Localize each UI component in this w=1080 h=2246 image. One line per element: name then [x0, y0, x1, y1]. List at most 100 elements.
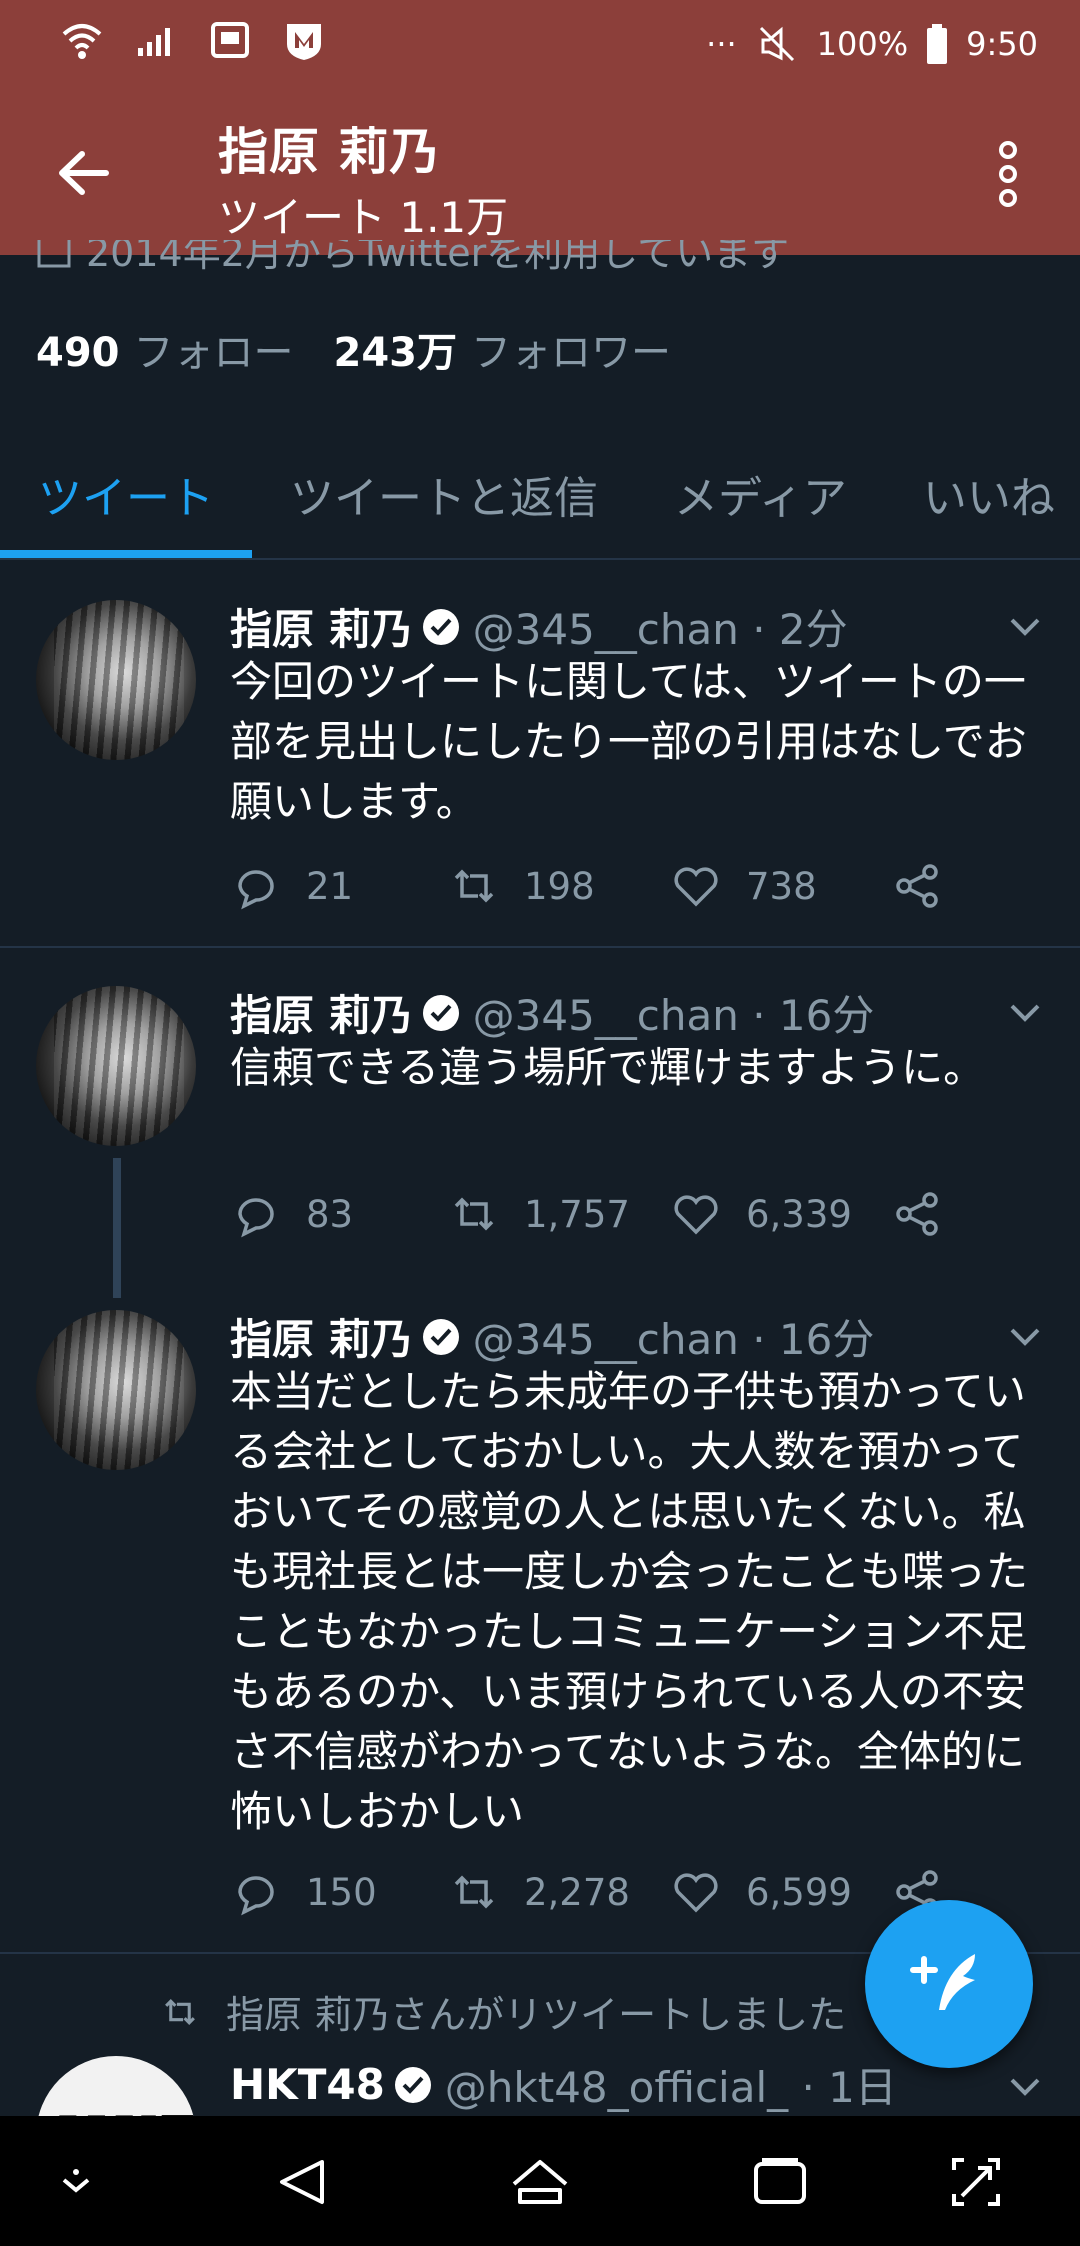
- signal-icon: [138, 28, 170, 56]
- reply-bubble-icon: [238, 870, 274, 910]
- battery-percent: 100%: [816, 25, 909, 63]
- retweet-icon: [454, 1197, 494, 1231]
- joined-text: 2014年2月からTwitterを利用しています: [86, 240, 790, 275]
- avatar[interactable]: [36, 1310, 196, 1470]
- profile-title: 指原 莉乃: [218, 123, 441, 181]
- tab-media[interactable]: メディア: [636, 430, 885, 558]
- reply-button[interactable]: 83: [230, 1188, 448, 1240]
- heart-icon: [674, 1873, 718, 1913]
- retweet-icon: [454, 869, 494, 903]
- tab-tweets[interactable]: ツイート: [0, 430, 252, 558]
- like-count: 6,599: [746, 1870, 852, 1914]
- tab-tweets-and-replies[interactable]: ツイートと返信: [252, 430, 636, 558]
- tweet-text: 本当だとしたら未成年の子供も預かっている会社としておかしい。大人数を預かっておい…: [230, 1367, 1029, 1836]
- author-name: 指原 莉乃: [230, 605, 413, 654]
- avatar[interactable]: HKT: [36, 2056, 196, 2116]
- tab-likes[interactable]: いいね: [885, 430, 1080, 558]
- mute-icon: [759, 26, 794, 62]
- arrow-left-icon[interactable]: [50, 138, 120, 208]
- followers-label: フォロワー: [471, 330, 671, 376]
- compose-tweet-button[interactable]: [865, 1900, 1033, 2068]
- home-icon[interactable]: [508, 2150, 572, 2214]
- reply-count: 83: [306, 1192, 354, 1236]
- avatar[interactable]: [36, 600, 196, 760]
- following-count: 490: [36, 330, 120, 376]
- hide-keyboard-icon[interactable]: [44, 2150, 108, 2214]
- tweet[interactable]: 指原 莉乃 @345__chan · 2分 今回のツイートに関しては、ツイートの…: [0, 560, 1080, 946]
- follow-stats: 490 フォロー 243万 フォロワー: [36, 320, 671, 378]
- author-name: 指原 莉乃: [230, 991, 413, 1040]
- retweet-icon: [454, 1875, 494, 1909]
- tweet[interactable]: 指原 莉乃 @345__chan · 16分 本当だとしたら未成年の子供も預かっ…: [0, 1290, 1080, 1952]
- tweet-header: 指原 莉乃 @345__chan · 2分: [230, 596, 848, 657]
- clock: 9:50: [966, 25, 1038, 63]
- retweet-note: 指原 莉乃さんがリツイートしました: [160, 1984, 846, 2039]
- tweet-actions: 150 2,278 6,599: [230, 1866, 968, 1918]
- author-name: 指原 莉乃: [230, 1315, 413, 1364]
- following-label: フォロー: [133, 330, 294, 376]
- retweet-button[interactable]: 2,278: [448, 1866, 670, 1918]
- like-button[interactable]: 738: [670, 860, 892, 912]
- wifi-icon: [62, 24, 102, 59]
- author-handle: @hkt48_official_ · 1日: [444, 2063, 897, 2112]
- reply-button[interactable]: 150: [230, 1866, 448, 1918]
- author-name: HKT48: [230, 2060, 385, 2109]
- retweet-note-text: 指原 莉乃さんがリツイートしました: [226, 1993, 847, 2037]
- status-bar: ··· 100% 9:50: [0, 0, 1080, 92]
- author-handle: @345__chan · 2分: [472, 605, 848, 654]
- share-button[interactable]: [892, 860, 968, 912]
- expand-screen-icon[interactable]: [944, 2150, 1008, 2214]
- reply-count: 150: [306, 1870, 377, 1914]
- author-handle: @345__chan · 16分: [472, 1315, 875, 1364]
- shield-m-icon: [287, 24, 321, 60]
- retweet-button[interactable]: 1,757: [448, 1188, 670, 1240]
- chevron-down-icon[interactable]: [1004, 1316, 1046, 1358]
- compose-feather-icon: [910, 1954, 975, 2010]
- author-handle: @345__chan · 16分: [472, 991, 875, 1040]
- app-bar: 指原 莉乃 ツイート 1.1万: [0, 92, 1080, 255]
- back-triangle-icon[interactable]: [272, 2150, 336, 2214]
- joined-date: 2014年2月からTwitterを利用しています: [36, 240, 789, 280]
- chevron-down-icon[interactable]: [1004, 992, 1046, 1034]
- tweet-header: HKT48 @hkt48_official_ · 1日: [230, 2054, 897, 2115]
- share-button[interactable]: [892, 1188, 968, 1240]
- retweet-button[interactable]: 198: [448, 860, 670, 912]
- status-more: ···: [706, 25, 737, 63]
- tweet-header: 指原 莉乃 @345__chan · 16分: [230, 982, 874, 1043]
- retweet-icon: [165, 1998, 195, 2025]
- tweet-count: ツイート 1.1万: [218, 193, 509, 242]
- recent-apps-icon[interactable]: [748, 2150, 812, 2214]
- share-icon: [896, 1192, 938, 1236]
- like-button[interactable]: 6,339: [670, 1188, 892, 1240]
- followers-link[interactable]: 243万 フォロワー: [334, 320, 672, 378]
- tweet-actions: 83 1,757 6,339: [230, 1188, 968, 1240]
- chevron-down-icon[interactable]: [1004, 2066, 1046, 2108]
- tweet[interactable]: 指原 莉乃 @345__chan · 16分 信頼できる違う場所で輝けますように…: [0, 948, 1080, 1288]
- tweet-text: 信頼できる違う場所で輝けますように。: [230, 1043, 986, 1092]
- like-count: 738: [746, 864, 817, 908]
- profile-tabs: ツイート ツイートと返信 メディア いいね: [0, 430, 1080, 560]
- heart-icon: [674, 867, 718, 907]
- tweet-actions: 21 198 738: [230, 860, 968, 912]
- retweet-count: 2,278: [524, 1870, 630, 1914]
- following-link[interactable]: 490 フォロー: [36, 320, 294, 378]
- like-button[interactable]: 6,599: [670, 1866, 892, 1918]
- system-nav-bar: [0, 2116, 1080, 2246]
- share-icon: [896, 864, 938, 908]
- calendar-icon: [37, 240, 71, 268]
- retweet-count: 1,757: [524, 1192, 630, 1236]
- verified-badge-icon: [394, 2066, 431, 2103]
- verified-badge-icon: [422, 994, 459, 1031]
- retweet-count: 198: [524, 864, 595, 908]
- vertical-dots-icon[interactable]: [988, 138, 1028, 210]
- tweet-header: 指原 莉乃 @345__chan · 16分: [230, 1306, 874, 1367]
- reply-bubble-icon: [238, 1876, 274, 1916]
- reply-count: 21: [306, 864, 354, 908]
- chevron-down-icon[interactable]: [1004, 606, 1046, 648]
- reply-button[interactable]: 21: [230, 860, 448, 912]
- avatar[interactable]: [36, 986, 196, 1146]
- battery-icon: [927, 24, 948, 64]
- verified-badge-icon: [422, 1318, 459, 1355]
- verified-badge-icon: [422, 608, 459, 645]
- tweet-text: 今回のツイートに関しては、ツイートの一部を見出しにしたり一部の引用はなしでお願い…: [230, 657, 1027, 826]
